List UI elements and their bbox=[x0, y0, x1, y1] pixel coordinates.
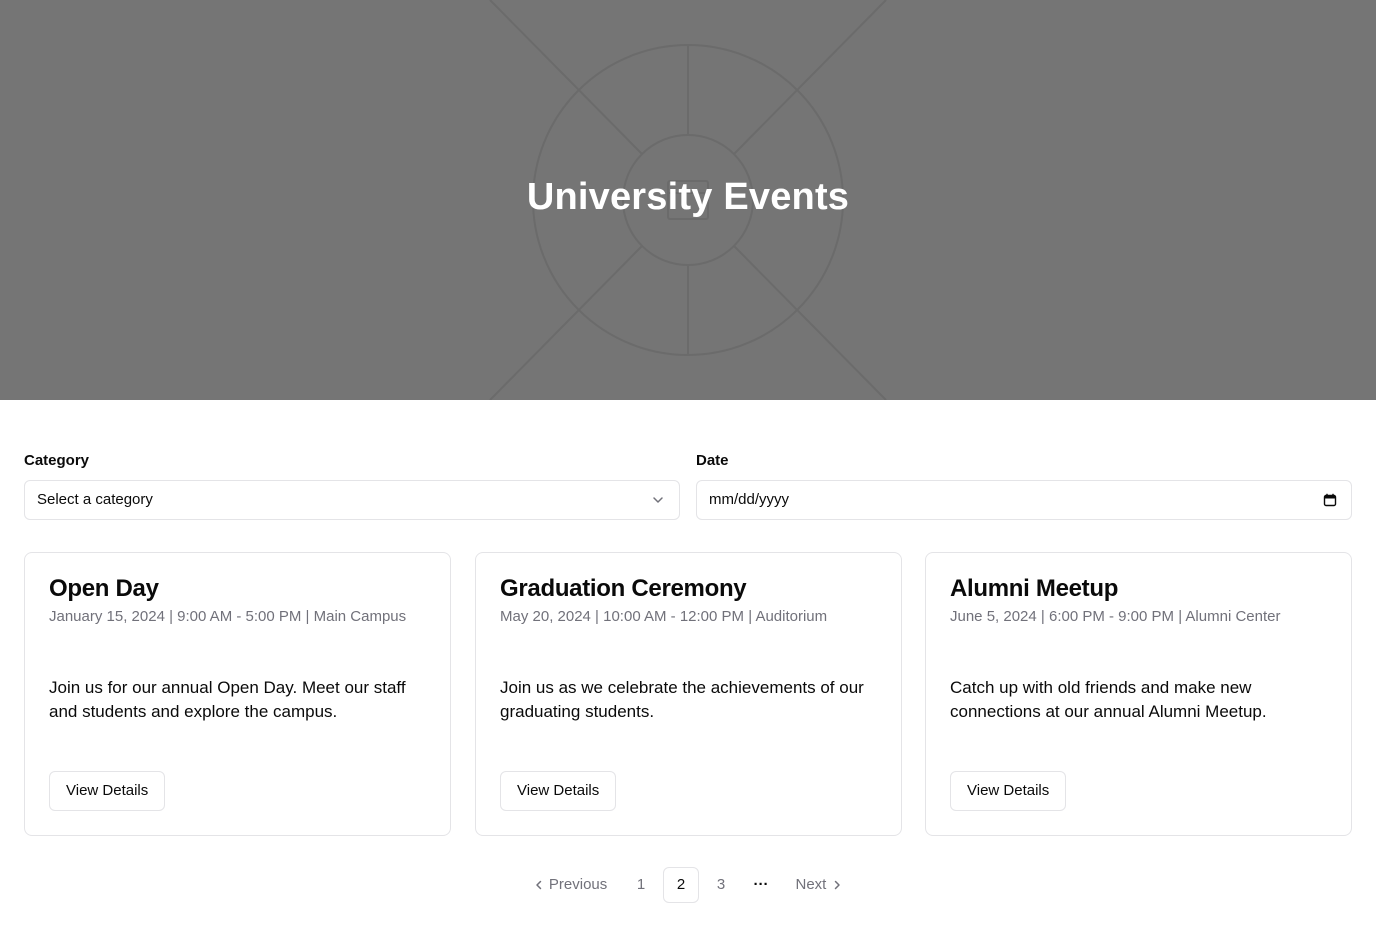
event-meta: January 15, 2024 | 9:00 AM - 5:00 PM | M… bbox=[49, 608, 407, 625]
ellipsis: ··· bbox=[753, 876, 769, 893]
calendar-icon[interactable] bbox=[1323, 493, 1337, 507]
category-label: Category bbox=[24, 452, 90, 469]
event-title: Alumni Meetup bbox=[950, 575, 1119, 602]
date-filter: Date mm/dd/yyyy bbox=[696, 450, 1352, 520]
hero-banner: University Events bbox=[0, 0, 1376, 400]
view-details-button[interactable]: View Details bbox=[49, 771, 166, 811]
date-label: Date bbox=[696, 452, 729, 469]
chevron-down-icon bbox=[653, 497, 663, 503]
event-description: Join us as we celebrate the achievements… bbox=[500, 678, 864, 721]
view-details-button[interactable]: View Details bbox=[950, 771, 1067, 811]
category-select-value: Select a category bbox=[37, 491, 153, 508]
view-details-button[interactable]: View Details bbox=[500, 771, 617, 811]
filter-bar: Category Select a category Date mm/dd/yy… bbox=[24, 450, 1352, 522]
next-label: Next bbox=[795, 876, 827, 893]
chevron-left-icon bbox=[535, 880, 541, 890]
page-3-button[interactable]: 3 bbox=[703, 867, 739, 903]
pagination: Previous 1 2 3 ··· Next bbox=[0, 867, 1376, 905]
page-2-button[interactable]: 2 bbox=[663, 867, 699, 903]
event-card: Open Day January 15, 2024 | 9:00 AM - 5:… bbox=[24, 552, 451, 836]
previous-label: Previous bbox=[548, 876, 608, 893]
event-description: Catch up with old friends and make new c… bbox=[950, 678, 1267, 721]
category-filter: Category Select a category bbox=[24, 450, 680, 520]
date-input-placeholder: mm/dd/yyyy bbox=[709, 491, 790, 508]
page-1-button[interactable]: 1 bbox=[623, 867, 659, 903]
event-title: Graduation Ceremony bbox=[500, 575, 747, 602]
chevron-right-icon bbox=[834, 880, 840, 890]
page-title: University Events bbox=[526, 176, 850, 218]
event-meta: June 5, 2024 | 6:00 PM - 9:00 PM | Alumn… bbox=[950, 608, 1281, 625]
event-card: Alumni Meetup June 5, 2024 | 6:00 PM - 9… bbox=[925, 552, 1352, 836]
event-title: Open Day bbox=[49, 575, 159, 602]
event-meta: May 20, 2024 | 10:00 AM - 12:00 PM | Aud… bbox=[500, 608, 828, 625]
previous-page-button[interactable]: Previous bbox=[528, 867, 612, 903]
event-description: Join us for our annual Open Day. Meet ou… bbox=[49, 678, 406, 721]
event-card: Graduation Ceremony May 20, 2024 | 10:00… bbox=[475, 552, 902, 836]
event-list: Open Day January 15, 2024 | 9:00 AM - 5:… bbox=[24, 552, 1352, 836]
next-page-button[interactable]: Next bbox=[789, 867, 849, 903]
date-input[interactable]: mm/dd/yyyy bbox=[696, 480, 1352, 520]
category-select[interactable]: Select a category bbox=[24, 480, 680, 520]
